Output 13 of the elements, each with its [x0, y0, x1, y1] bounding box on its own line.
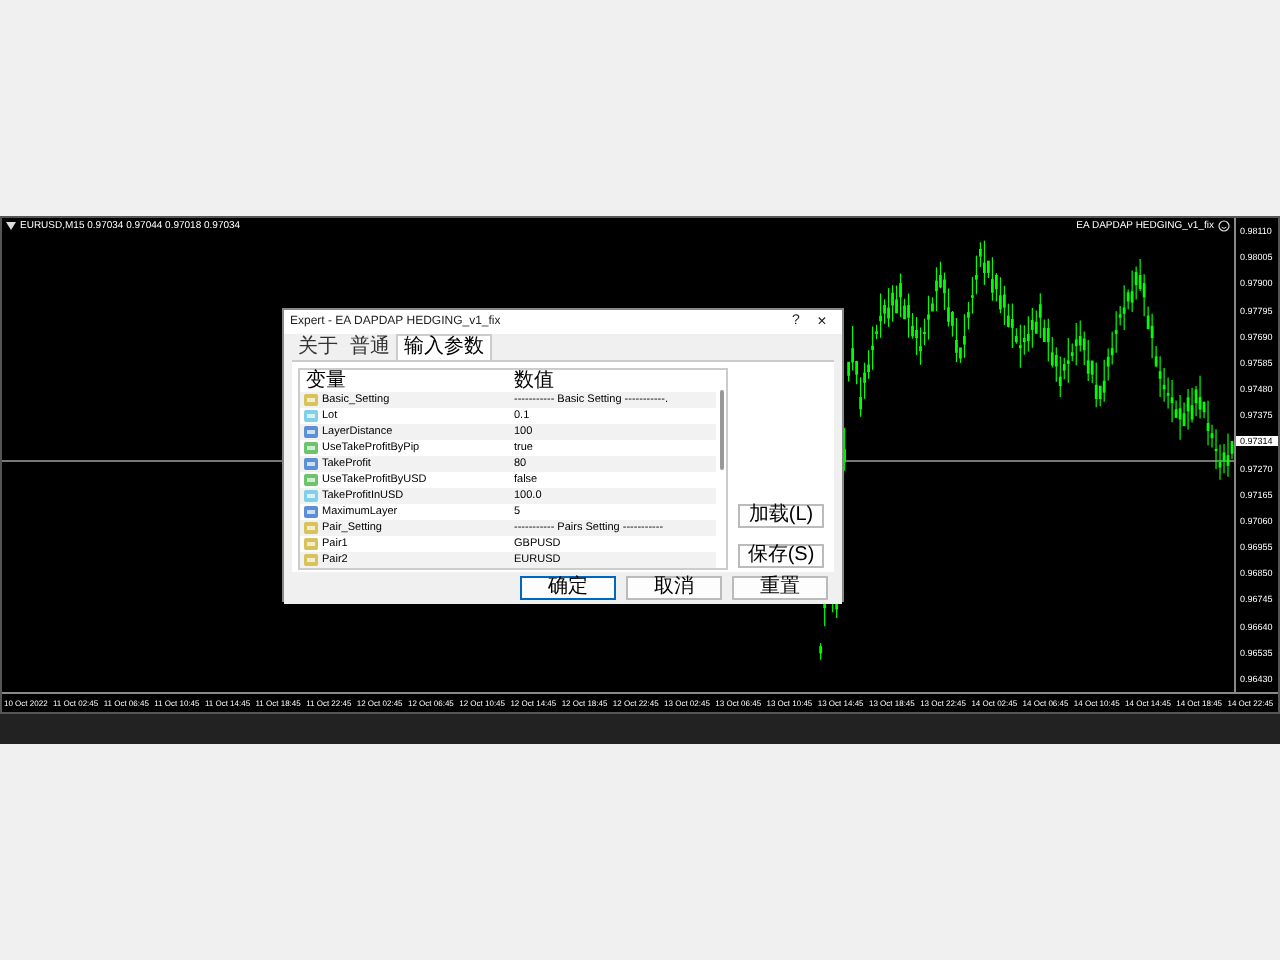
dialog-button[interactable]: 重置 [732, 576, 828, 600]
tab[interactable]: 普通 [344, 336, 396, 360]
dropdown-icon[interactable] [6, 222, 16, 230]
side-button[interactable]: 加载(L) [738, 504, 824, 528]
tab[interactable]: 关于 [292, 336, 344, 360]
tab[interactable]: 输入参数 [396, 334, 492, 360]
dialog-button[interactable]: 确定 [520, 576, 616, 600]
side-button[interactable]: 保存(S) [738, 544, 824, 568]
column-header: 数值 [512, 370, 554, 392]
dialog-button[interactable]: 取消 [626, 576, 722, 600]
column-header: 变量 [304, 370, 348, 392]
smiley-icon [1218, 220, 1230, 232]
close-button[interactable]: × [808, 310, 836, 334]
